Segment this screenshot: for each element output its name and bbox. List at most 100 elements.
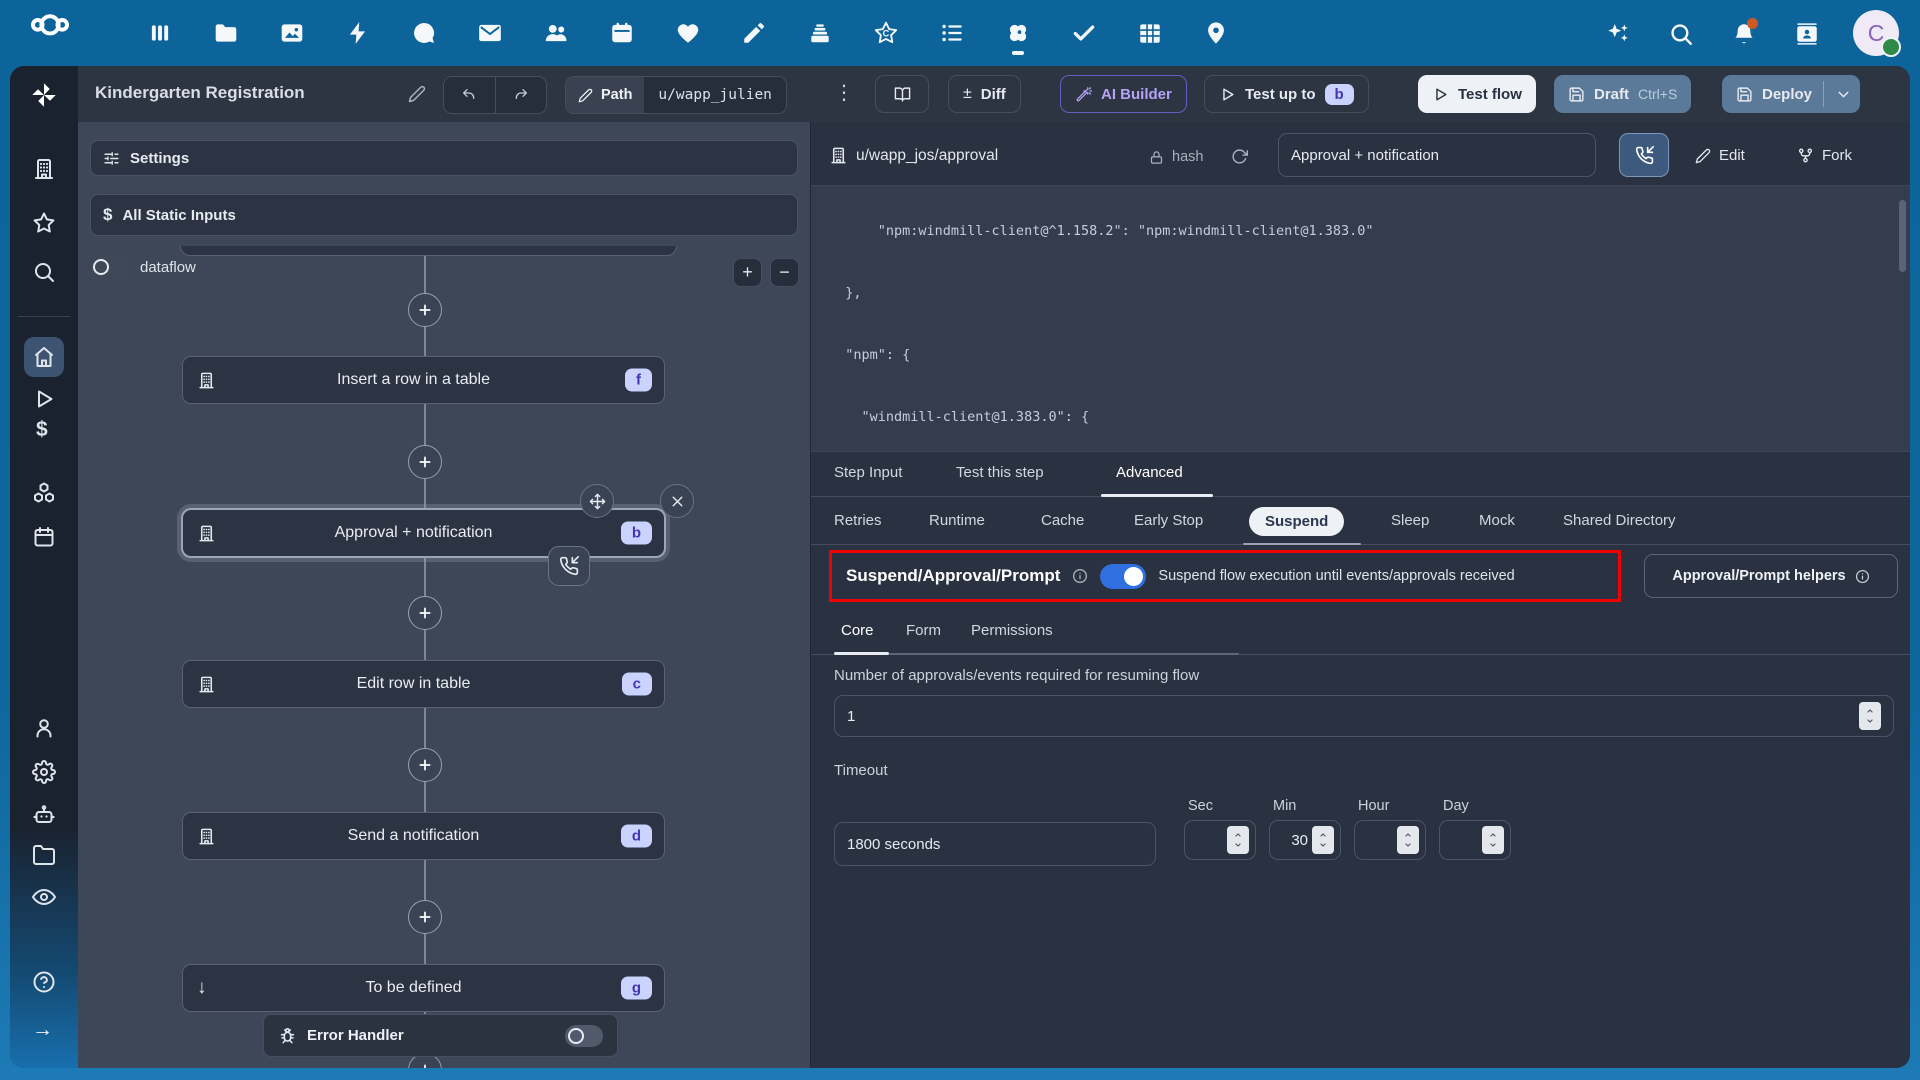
subtab-runtime[interactable]: Runtime	[929, 512, 985, 529]
assistant-sparkles-icon[interactable]	[1605, 21, 1630, 46]
windmill-app-icon[interactable]	[1005, 20, 1031, 55]
tables-icon[interactable]	[1137, 20, 1163, 46]
talk-icon[interactable]	[411, 20, 437, 46]
suspend-phone-button[interactable]	[1619, 133, 1669, 177]
ai-builder-button[interactable]: AI Builder	[1060, 75, 1187, 113]
add-step-button[interactable]	[408, 748, 442, 782]
number-stepper[interactable]	[1227, 826, 1249, 854]
subtab-early-stop[interactable]: Early Stop	[1134, 512, 1203, 529]
sidebar-item-workers[interactable]	[32, 803, 56, 827]
subtab-cache[interactable]: Cache	[1041, 512, 1084, 529]
tab-core[interactable]: Core	[841, 622, 874, 639]
flow-node-to-be-defined[interactable]: ↓ To be defined g	[182, 964, 665, 1012]
tab-permissions[interactable]: Permissions	[971, 622, 1053, 639]
tab-form[interactable]: Form	[906, 622, 941, 639]
undo-button[interactable]	[444, 77, 495, 113]
chevron-down-icon[interactable]	[1835, 86, 1852, 103]
edit-script-button[interactable]: Edit	[1695, 147, 1745, 164]
hour-input[interactable]	[1363, 831, 1393, 849]
draft-button[interactable]: Draft Ctrl+S	[1554, 75, 1692, 113]
clipped-input-node[interactable]	[180, 246, 677, 256]
more-menu-kebab-icon[interactable]: ⋮	[834, 79, 854, 107]
sec-input[interactable]	[1193, 831, 1223, 849]
add-step-button[interactable]	[408, 293, 442, 327]
subtab-retries[interactable]: Retries	[834, 512, 882, 529]
subtab-suspend-active[interactable]: Suspend	[1249, 507, 1345, 536]
mail-icon[interactable]	[477, 20, 503, 46]
files-icon[interactable]	[213, 20, 239, 46]
deck-icon[interactable]	[807, 20, 833, 46]
recognize-icon[interactable]	[873, 20, 899, 46]
flow-node-edit-row[interactable]: Edit row in table c	[182, 660, 665, 708]
subtab-shared-directory[interactable]: Shared Directory	[1563, 512, 1676, 529]
code-scrollbar-thumb[interactable]	[1899, 200, 1906, 272]
health-icon[interactable]	[675, 20, 701, 46]
maps-icon[interactable]	[1203, 20, 1229, 46]
calendar-icon[interactable]	[609, 20, 635, 46]
notifications-bell-icon[interactable]	[1731, 17, 1758, 46]
photos-icon[interactable]	[279, 20, 305, 46]
subtab-sleep[interactable]: Sleep	[1391, 512, 1429, 529]
flow-settings-bar[interactable]: Settings	[90, 140, 798, 176]
approvals-count-input[interactable]	[847, 707, 1853, 725]
add-step-button[interactable]	[408, 445, 442, 479]
subtab-mock[interactable]: Mock	[1479, 512, 1515, 529]
sidebar-item-audit-logs[interactable]	[32, 885, 56, 909]
error-handler-row[interactable]: Error Handler	[263, 1014, 618, 1057]
sidebar-item-schedules[interactable]	[32, 525, 56, 549]
zoom-in-button[interactable]: +	[733, 258, 762, 287]
contacts-icon[interactable]	[543, 20, 569, 46]
summary-input[interactable]	[1291, 146, 1583, 164]
tab-advanced[interactable]: Advanced	[1116, 464, 1183, 481]
sidebar-item-favorites[interactable]	[32, 211, 56, 235]
refresh-button[interactable]	[1231, 148, 1248, 165]
edit-title-pencil-icon[interactable]	[408, 85, 426, 103]
number-stepper[interactable]	[1859, 702, 1881, 730]
tasks-icon[interactable]	[939, 20, 965, 46]
redo-button[interactable]	[494, 77, 547, 113]
sidebar-item-help[interactable]	[32, 970, 56, 994]
nextcloud-logo-icon[interactable]	[22, 13, 78, 53]
sidebar-item-variables[interactable]: $	[36, 418, 56, 442]
number-stepper[interactable]	[1312, 826, 1334, 854]
contacts-menu-icon[interactable]	[1794, 21, 1819, 46]
tab-test-this-step[interactable]: Test this step	[956, 464, 1044, 481]
user-avatar[interactable]: C	[1853, 10, 1901, 57]
delete-node-button[interactable]	[660, 484, 694, 518]
dataflow-toggle[interactable]	[90, 256, 128, 278]
fork-script-button[interactable]: Fork	[1797, 147, 1852, 164]
static-inputs-bar[interactable]: $ All Static Inputs	[90, 194, 798, 236]
timeout-value-input[interactable]	[847, 835, 1143, 853]
sidebar-item-settings[interactable]	[32, 760, 56, 784]
test-up-to-button[interactable]: Test up to b	[1204, 75, 1369, 113]
sidebar-item-folders[interactable]	[32, 843, 56, 867]
unified-search-icon[interactable]	[1668, 21, 1693, 46]
test-flow-button[interactable]: Test flow	[1418, 75, 1536, 113]
suspend-phone-badge[interactable]	[548, 546, 590, 586]
diff-button[interactable]: ± Diff	[948, 75, 1021, 113]
info-icon[interactable]	[1072, 568, 1088, 584]
number-stepper[interactable]	[1482, 826, 1504, 854]
flow-node-send-notification[interactable]: Send a notification d	[182, 812, 665, 860]
day-input[interactable]	[1448, 831, 1478, 849]
sidebar-item-search[interactable]	[32, 260, 56, 284]
notes-icon[interactable]	[741, 20, 767, 46]
sidebar-item-runs[interactable]	[32, 387, 56, 411]
sidebar-item-resources[interactable]	[32, 481, 56, 505]
sidebar-item-users[interactable]	[32, 716, 56, 740]
flow-node-insert-row[interactable]: Insert a row in a table f	[182, 356, 665, 404]
dashboard-icon[interactable]	[147, 20, 173, 46]
move-node-handle[interactable]	[580, 484, 614, 518]
deploy-button[interactable]: Deploy	[1722, 75, 1861, 113]
add-step-button[interactable]	[408, 596, 442, 630]
sidebar-item-workspace[interactable]	[32, 157, 56, 181]
number-stepper[interactable]	[1397, 826, 1419, 854]
zoom-out-button[interactable]: −	[770, 258, 799, 287]
docs-book-button[interactable]	[875, 75, 929, 113]
add-step-button[interactable]	[408, 900, 442, 934]
hash-item[interactable]: hash	[1149, 149, 1203, 165]
sidebar-expand-arrow[interactable]: →	[32, 1018, 56, 1042]
checks-icon[interactable]	[1071, 20, 1097, 46]
approval-prompt-helpers-button[interactable]: Approval/Prompt helpers	[1644, 554, 1898, 598]
suspend-toggle[interactable]	[1100, 563, 1147, 589]
